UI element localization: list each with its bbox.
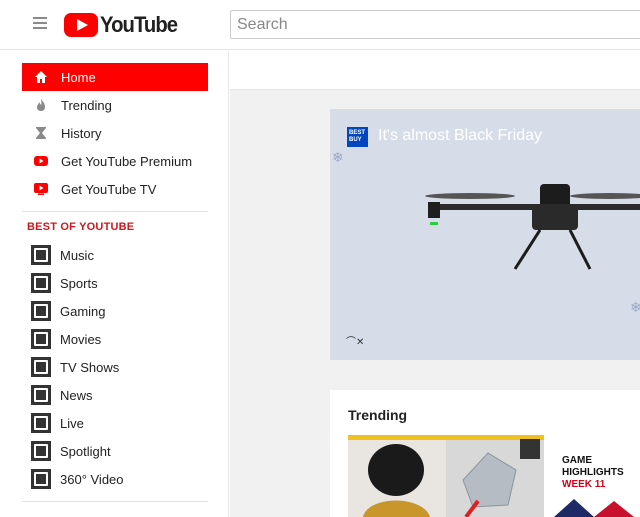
sidebar-item-trending[interactable]: Trending (22, 91, 208, 119)
music-channel-icon (31, 245, 51, 265)
snowflake-icon: ❄ (630, 299, 640, 315)
thumbnail-graphic (554, 499, 634, 517)
sidebar-item-sports[interactable]: Sports (22, 269, 208, 297)
gaming-channel-icon (31, 301, 51, 321)
sidebar-item-history[interactable]: History (22, 119, 208, 147)
sidebar-item-label: Sports (60, 275, 98, 291)
sidebar-item-360-video[interactable]: 360° Video (22, 465, 208, 493)
sidebar-item-label: Get YouTube TV (61, 181, 157, 197)
sidebar-item-label: Home (61, 69, 96, 85)
section-title: BEST OF YOUTUBE (27, 221, 135, 233)
sidebar-item-label: Get YouTube Premium (61, 153, 193, 169)
sidebar-item-music[interactable]: Music (22, 241, 208, 269)
sidebar-item-label: 360° Video (60, 471, 124, 487)
snowflake-icon: ❄ (332, 149, 344, 165)
youtube-play-icon (64, 13, 98, 37)
sidebar-item-label: Music (60, 247, 94, 263)
sidebar-item-home[interactable]: Home (22, 63, 208, 91)
sidebar-item-gaming[interactable]: Gaming (22, 297, 208, 325)
main-content: ❄ ❄ BEST BUY It's almost Black Friday ⌒✕… (230, 51, 640, 517)
thumbnail-text: GAME HIGHLIGHTS WEEK 11 (562, 455, 624, 490)
drone-image (425, 184, 640, 270)
sidebar-item-label: TV Shows (60, 359, 120, 375)
youtube-logo-icon (34, 154, 48, 168)
hamburger-menu-icon[interactable] (33, 17, 49, 31)
masthead: YouTube (0, 0, 640, 50)
sidebar-item-live[interactable]: Live (22, 409, 208, 437)
sidebar-item-label: History (61, 125, 102, 141)
sidebar-item-movies[interactable]: Movies (22, 325, 208, 353)
sidebar-item-tv-shows[interactable]: TV Shows (22, 353, 208, 381)
sidebar-divider (22, 211, 208, 212)
sidebar-item-news[interactable]: News (22, 381, 208, 409)
home-icon (34, 70, 48, 84)
flame-icon (34, 98, 48, 112)
trending-title[interactable]: Trending (348, 407, 407, 423)
sidebar: Home Trending History Get YouTube Premiu… (0, 51, 229, 517)
video-thumbnail[interactable] (348, 435, 544, 517)
sidebar-item-label: Live (60, 415, 84, 431)
ad-banner[interactable]: ❄ ❄ BEST BUY It's almost Black Friday ⌒✕ (330, 109, 640, 360)
youtube-logo[interactable]: YouTube (64, 12, 184, 38)
news-channel-icon (31, 385, 51, 405)
video-thumbnail[interactable]: GAME HIGHLIGHTS WEEK 11 (554, 435, 640, 517)
movies-channel-icon (31, 329, 51, 349)
sidebar-item-label: Movies (60, 331, 102, 347)
360-video-channel-icon (31, 469, 51, 489)
sidebar-item-spotlight[interactable]: Spotlight (22, 437, 208, 465)
sidebar-item-label: Trending (61, 97, 112, 113)
sidebar-item-label: News (60, 387, 93, 403)
tv-shows-channel-icon (31, 357, 51, 377)
live-channel-icon (31, 413, 51, 433)
sidebar-item-youtube-tv[interactable]: Get YouTube TV (22, 175, 208, 203)
content-top-bar (230, 51, 640, 90)
spotlight-channel-icon (31, 441, 51, 461)
logo-text: YouTube (100, 12, 178, 37)
banner-mini-graphic: ⌒✕ (346, 337, 365, 348)
hourglass-icon (34, 126, 48, 140)
sidebar-item-premium[interactable]: Get YouTube Premium (22, 147, 208, 175)
sports-channel-icon (31, 273, 51, 293)
sidebar-item-label: Gaming (60, 303, 106, 319)
search-input[interactable] (230, 10, 640, 39)
banner-title: It's almost Black Friday (378, 127, 542, 144)
sidebar-item-label: Spotlight (60, 443, 111, 459)
trending-shelf: Trending GAME HIGHLIGHTS WEEK 11 (330, 390, 640, 517)
sidebar-divider (22, 501, 208, 502)
youtube-tv-icon (34, 182, 48, 196)
best-buy-logo: BEST BUY (347, 127, 368, 147)
